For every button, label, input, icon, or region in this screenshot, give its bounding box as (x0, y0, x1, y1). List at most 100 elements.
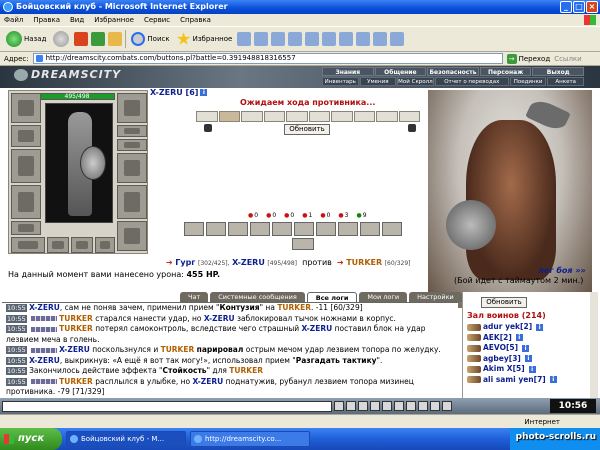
nav-transfer-report[interactable]: Отчет о переводах (434, 77, 509, 86)
amulet-slot[interactable] (117, 93, 147, 123)
menu-view[interactable]: Вид (70, 14, 84, 26)
address-input[interactable]: http://dreamscity.combats.com/buttons.pl… (32, 53, 503, 64)
action-cell[interactable] (241, 111, 263, 122)
belt-slot[interactable] (11, 221, 41, 235)
translate-icon[interactable] (390, 32, 405, 46)
close-icon[interactable]: × (586, 1, 598, 13)
bracers-slot[interactable] (11, 125, 41, 147)
skill-button-extra[interactable] (292, 238, 314, 250)
warrior-list-item[interactable]: agbey[3] i (467, 354, 595, 365)
chat-filter-icon[interactable] (370, 401, 380, 411)
gloves-slot[interactable] (117, 153, 147, 183)
log-player-name[interactable]: X-ZERU (29, 303, 60, 312)
chat-fight-icon[interactable] (418, 401, 428, 411)
log-player-name[interactable]: TURKER (59, 377, 93, 386)
tab-settings[interactable]: Настройки (409, 292, 462, 302)
action-cell[interactable] (286, 111, 308, 122)
log-player-name[interactable]: TURKER (59, 314, 93, 323)
nav-security[interactable]: Безопасность (427, 67, 479, 76)
log-player-name[interactable]: X-ZERU (59, 345, 90, 354)
skill-button[interactable] (250, 222, 270, 236)
skill-button[interactable] (228, 222, 248, 236)
item-slot-1[interactable] (11, 237, 45, 253)
tab-system[interactable]: Системные сообщения (210, 292, 305, 302)
item-slot-4[interactable] (95, 237, 115, 253)
nav-my-scroll[interactable]: Мой Скролл (397, 77, 434, 86)
skill-button[interactable] (294, 222, 314, 236)
log-player-name[interactable]: X-ZERU (29, 356, 60, 365)
chat-settings-icon[interactable] (430, 401, 440, 411)
info-icon[interactable]: i (549, 376, 557, 384)
item-slot-2[interactable] (47, 237, 69, 253)
info-icon[interactable]: i (528, 365, 536, 373)
log-player-name[interactable]: TURKER (59, 324, 93, 333)
warrior-list-item[interactable]: AEVO[5] i (467, 343, 595, 354)
log-player-name[interactable]: TURKER (229, 366, 263, 375)
discuss-icon[interactable] (305, 32, 320, 46)
skill-button[interactable] (184, 222, 204, 236)
tab-chat[interactable]: Чат (180, 292, 209, 302)
boots-slot[interactable] (117, 221, 147, 251)
warrior-list-item[interactable]: Akim X[5] i (467, 364, 595, 375)
skill-button[interactable] (316, 222, 336, 236)
skill-button[interactable] (360, 222, 380, 236)
info-icon[interactable]: i (524, 355, 532, 363)
tab-my-logs[interactable]: Мои логи (359, 292, 408, 302)
messenger-icon[interactable] (322, 32, 337, 46)
log-player-name[interactable]: TURKER (161, 345, 195, 354)
search-button[interactable]: Поиск (129, 29, 171, 49)
skill-button[interactable] (272, 222, 292, 236)
nav-profile[interactable]: Анкета (547, 77, 584, 86)
edit-icon[interactable] (288, 32, 303, 46)
log-player-name[interactable]: X-ZERU (193, 377, 224, 386)
log-player-name[interactable]: X-ZERU (204, 314, 235, 323)
action-cell[interactable] (331, 111, 353, 122)
refresh-battle-button[interactable]: Обновить (284, 124, 330, 135)
action-cell[interactable] (196, 111, 218, 122)
taskbar-item[interactable]: http://dreamscity.co... (190, 431, 310, 447)
participant-name[interactable]: TURKER (346, 258, 382, 267)
refresh-icon[interactable] (91, 32, 106, 46)
chat-sound-icon[interactable] (394, 401, 404, 411)
info-icon[interactable]: i (200, 89, 208, 96)
participant-name[interactable]: X-ZERU (232, 258, 265, 267)
nav-exit[interactable]: Выход (532, 67, 584, 76)
chat-input[interactable] (2, 400, 332, 412)
research-icon[interactable] (339, 32, 354, 46)
helmet-slot[interactable] (11, 93, 41, 123)
go-button[interactable]: → Переход (506, 53, 550, 64)
email-at-icon[interactable] (356, 32, 371, 46)
chat-clear-icon[interactable] (346, 401, 356, 411)
info-icon[interactable]: i (515, 334, 523, 342)
mail-icon[interactable] (254, 32, 269, 46)
favorites-button[interactable]: Избранное (175, 29, 235, 49)
action-cell[interactable] (353, 111, 375, 122)
history-icon[interactable] (237, 32, 252, 46)
action-cell[interactable] (376, 111, 398, 122)
links-button[interactable]: Ссылки (554, 55, 582, 63)
weapon-slot[interactable] (11, 149, 41, 183)
warrior-list-item[interactable]: adur yek[2] i (467, 322, 595, 333)
chat-send-icon[interactable] (334, 401, 344, 411)
menu-tools[interactable]: Сервис (144, 14, 170, 26)
start-button[interactable]: пуск (0, 428, 62, 450)
forward-button[interactable] (51, 29, 71, 49)
skill-button[interactable] (338, 222, 358, 236)
action-cell[interactable] (263, 111, 285, 122)
ring-slot-2[interactable] (117, 139, 147, 151)
skill-button[interactable] (206, 222, 226, 236)
chat-smile-icon[interactable] (358, 401, 368, 411)
menu-edit[interactable]: Правка (33, 14, 60, 26)
menu-help[interactable]: Справка (180, 14, 211, 26)
item-slot-3[interactable] (71, 237, 93, 253)
chat-scroll-icon[interactable] (442, 401, 452, 411)
action-cell[interactable] (398, 111, 420, 122)
home-icon[interactable] (108, 32, 123, 46)
action-cell[interactable] (218, 111, 240, 122)
skill-button[interactable] (382, 222, 402, 236)
shield-slot[interactable] (117, 185, 147, 219)
warrior-list-item[interactable]: AEK[2] i (467, 333, 595, 344)
info-icon[interactable]: i (536, 323, 544, 331)
fight-log-link[interactable]: лог боя »» (538, 266, 586, 275)
chat-private-icon[interactable] (382, 401, 392, 411)
